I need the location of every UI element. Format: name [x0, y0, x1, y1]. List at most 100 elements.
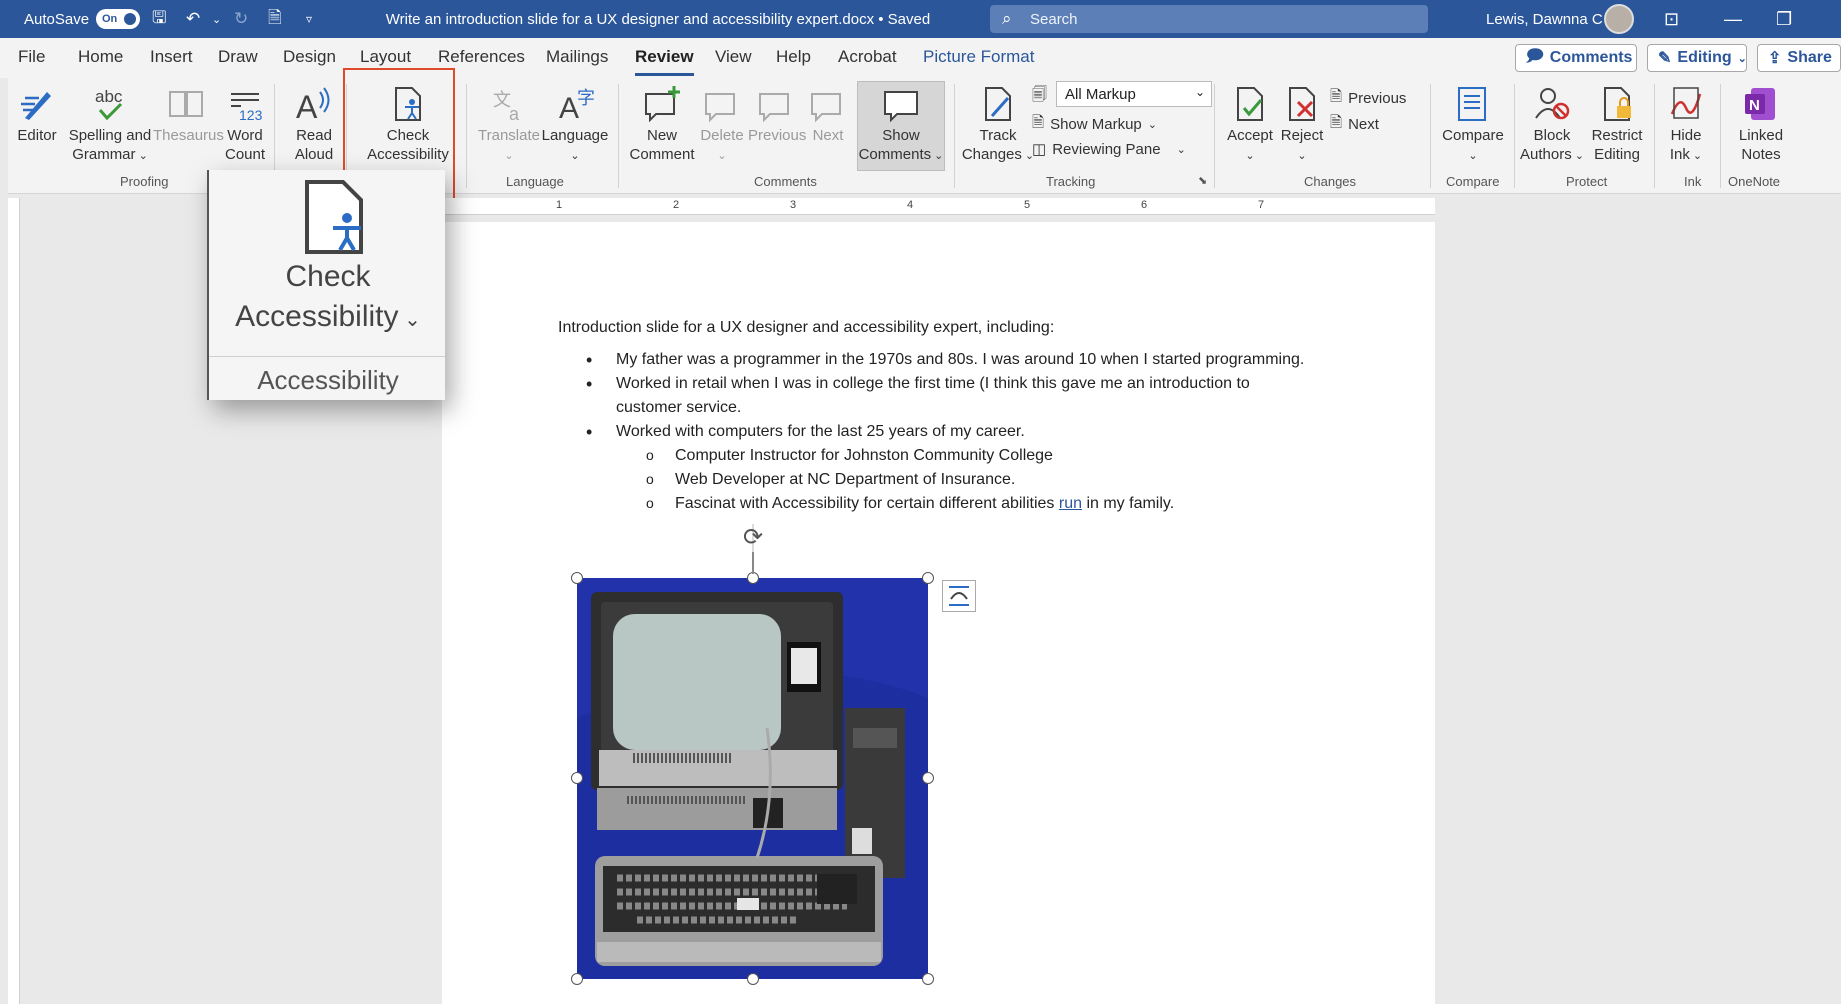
read-aloud-button[interactable]: A Read Aloud [288, 84, 340, 164]
tab-mailings[interactable]: Mailings [546, 47, 608, 67]
thesaurus-button[interactable]: Thesaurus [153, 84, 224, 145]
hide-ink-button[interactable]: Hide Ink ⌄ [1660, 84, 1712, 166]
sub-list-item[interactable]: Web Developer at NC Department of Insura… [558, 467, 1318, 492]
next-change-button[interactable]: 🗎 Next [1330, 112, 1379, 137]
list-item[interactable]: My father was a programmer in the 1970s … [558, 348, 1318, 372]
show-comments-button[interactable]: Show Comments ⌄ [856, 84, 946, 166]
sub-list-item[interactable]: Computer Instructor for Johnston Communi… [558, 443, 1318, 468]
tab-insert[interactable]: Insert [150, 47, 193, 67]
document-body[interactable]: Introduction slide for a UX designer and… [558, 316, 1318, 516]
onenote-icon: N [1745, 88, 1775, 120]
reject-button[interactable]: Reject ⌄ [1278, 84, 1326, 166]
dialog-launcher-icon[interactable]: ⬊ [1198, 174, 1207, 187]
svg-text:A: A [296, 89, 318, 124]
chevron-down-icon: ⌄ [1194, 85, 1205, 99]
translate-button[interactable]: 文a Translate ⌄ [474, 84, 544, 166]
tab-picture-format[interactable]: Picture Format [923, 47, 1034, 67]
ruler-number: 4 [907, 199, 914, 211]
redo-icon[interactable]: ↻ [234, 0, 248, 38]
thesaurus-label: Thesaurus [153, 127, 224, 144]
user-name[interactable]: Lewis, Dawnna C [1486, 0, 1603, 38]
ribbon-display-icon[interactable]: ⊡ [1664, 0, 1679, 38]
tab-file[interactable]: File [18, 47, 45, 67]
comments-button[interactable]: 🗩 Comments [1515, 44, 1637, 72]
show-markup-button[interactable]: 🗎 Show Markup ⌄ [1032, 112, 1157, 137]
resize-handle-right[interactable] [922, 772, 934, 784]
vertical-ruler [8, 198, 20, 1004]
spelling-grammar-button[interactable]: abc Spelling and Grammar ⌄ [62, 84, 158, 166]
minimize-icon[interactable]: — [1724, 0, 1742, 38]
resize-handle-bottom[interactable] [747, 973, 759, 985]
track-changes-button[interactable]: Track Changes ⌄ [960, 84, 1036, 166]
proofing-flag-word[interactable]: run [1059, 495, 1082, 512]
share-icon: ⇪ [1768, 50, 1782, 67]
tab-layout[interactable]: Layout [360, 47, 411, 67]
restore-icon[interactable]: ❐ [1776, 0, 1792, 38]
block-authors-icon [1535, 88, 1570, 120]
resize-handle-top-left[interactable] [571, 572, 583, 584]
save-icon[interactable]: 🖫 [152, 0, 166, 38]
tab-help[interactable]: Help [776, 47, 811, 67]
tab-design[interactable]: Design [283, 47, 336, 67]
new-comment-label-2: Comment [629, 146, 695, 163]
word-count-button[interactable]: 123 Word Count [220, 84, 270, 164]
tab-home[interactable]: Home [78, 47, 123, 67]
chevron-down-icon: ⌄ [1245, 150, 1255, 162]
computer-photo[interactable] [577, 578, 928, 979]
search-placeholder: Search [1030, 10, 1078, 28]
tab-references[interactable]: References [438, 47, 525, 67]
resize-handle-bottom-right[interactable] [922, 973, 934, 985]
previous-change-label: Previous [1348, 90, 1407, 107]
resize-handle-left[interactable] [571, 772, 583, 784]
chevron-down-icon: ⌄ [1468, 150, 1478, 162]
previous-comment-button[interactable]: Previous [748, 84, 806, 145]
compare-button[interactable]: Compare ⌄ [1438, 84, 1508, 166]
svg-text:a: a [509, 104, 520, 124]
avatar[interactable] [1604, 4, 1634, 34]
tab-draw[interactable]: Draw [218, 47, 258, 67]
accessibility-document-icon [305, 180, 363, 254]
language-button[interactable]: A字 Language ⌄ [540, 84, 610, 166]
autosave-toggle[interactable]: On [96, 9, 140, 29]
search-box[interactable]: ⌕ Search [990, 5, 1428, 33]
intro-paragraph[interactable]: Introduction slide for a UX designer and… [558, 316, 1318, 340]
horizontal-ruler: 1 2 3 4 5 6 7 [442, 198, 1435, 215]
layout-options-button[interactable] [942, 580, 976, 612]
undo-icon[interactable]: ↶ [186, 0, 200, 38]
autosave-label: AutoSave [24, 10, 90, 28]
document-title[interactable]: Write an introduction slide for a UX des… [378, 0, 938, 38]
rotate-handle-icon[interactable]: ⟳ [739, 524, 767, 552]
previous-change-button[interactable]: 🗎 Previous [1330, 86, 1406, 111]
editor-button[interactable]: Editor [12, 84, 62, 145]
customize-toolbar-icon[interactable]: ▿ [306, 0, 312, 38]
restrict-editing-label-1: Restrict [1591, 127, 1643, 144]
block-authors-button[interactable]: Block Authors ⌄ [1520, 84, 1584, 166]
reviewing-pane-button[interactable]: ◫ Reviewing Pane ⌄ [1032, 140, 1186, 159]
sub-list-item[interactable]: Fascinat with Accessibility for certain … [558, 491, 1318, 516]
trs80-computer-image [577, 578, 928, 979]
resize-handle-top-right[interactable] [922, 572, 934, 584]
print-preview-icon[interactable]: 🗎 [268, 0, 282, 38]
tab-acrobat[interactable]: Acrobat [838, 47, 897, 67]
text-run: with Accessibility for certain different… [735, 495, 1059, 512]
undo-dropdown-icon[interactable]: ⌄ [212, 0, 221, 38]
next-comment-button[interactable]: Next [806, 84, 850, 145]
resize-handle-bottom-left[interactable] [571, 973, 583, 985]
list-item[interactable]: Worked with computers for the last 25 ye… [558, 420, 1318, 444]
list-item[interactable]: Worked in retail when I was in college t… [558, 372, 1318, 420]
compare-icon [1458, 87, 1486, 121]
delete-comment-button[interactable]: Delete ⌄ [696, 84, 748, 166]
word-count-icon: 123 [231, 93, 263, 123]
share-button[interactable]: ⇪ Share [1757, 44, 1841, 72]
new-comment-button[interactable]: New Comment [628, 84, 696, 164]
accept-button[interactable]: Accept ⌄ [1222, 84, 1278, 166]
reject-label: Reject [1280, 127, 1324, 144]
markup-select[interactable]: All Markup ⌄ [1056, 81, 1212, 107]
tab-view[interactable]: View [715, 47, 752, 67]
tab-review[interactable]: Review [635, 47, 694, 76]
linked-notes-button[interactable]: N Linked Notes [1726, 84, 1796, 164]
check-accessibility-button[interactable]: Check Accessibility [358, 84, 458, 164]
restrict-editing-button[interactable]: Restrict Editing [1586, 84, 1648, 164]
word-count-label-1: Word [227, 127, 263, 144]
editing-button[interactable]: ✎ Editing ⌄ [1647, 44, 1747, 72]
